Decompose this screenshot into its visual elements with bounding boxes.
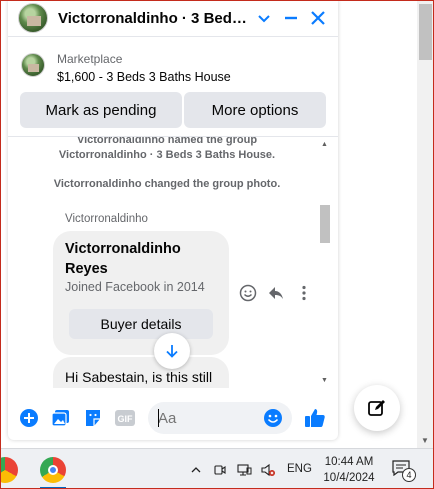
gif-icon[interactable]: GIF [114,407,136,429]
scroll-to-bottom-button[interactable] [154,333,190,369]
marketplace-listing[interactable]: Marketplace $1,600 - 3 Beds 3 Baths Hous… [8,43,338,88]
more-vertical-icon[interactable] [294,283,314,303]
text-caret [158,409,159,427]
conversation-scrollbar[interactable]: ▲ ▼ [318,137,330,388]
message-bubble[interactable]: Hi Sabestain, is this still available? [53,357,229,388]
notification-center[interactable]: 4 [392,460,416,482]
page-scroll-thumb[interactable] [419,4,432,60]
meet-now-icon[interactable] [212,462,228,478]
mark-as-pending-button[interactable]: Mark as pending [20,92,182,128]
listing-source: Marketplace [57,52,123,66]
message-composer: GIF [8,398,338,440]
conversation-area[interactable]: Victorronaldinho named the group Victorr… [8,136,338,388]
plus-circle-icon[interactable] [18,407,40,429]
message-actions [238,283,318,303]
reply-icon[interactable] [266,283,286,303]
page-scroll-down-arrow-icon[interactable]: ▼ [421,436,429,445]
conversation-scroll-thumb[interactable] [320,205,330,243]
minimize-icon[interactable] [281,8,301,28]
buyer-joined: Joined Facebook in 2014 [65,280,205,294]
volume-muted-icon[interactable] [260,462,276,478]
chat-window: Victorronaldinho · 3 Beds ... Marketplac… [8,0,338,440]
chrome-profile-icon[interactable] [0,457,18,483]
clock-date: 10/4/2024 [323,472,375,484]
buyer-card: Victorronaldinho Reyes Joined Facebook i… [53,231,229,355]
chat-title[interactable]: Victorronaldinho · 3 Beds ... [58,10,248,27]
buyer-details-button[interactable]: Buyer details [69,309,213,339]
chevron-up-icon[interactable] [188,462,204,478]
network-icon[interactable] [236,462,252,478]
scroll-up-arrow-icon[interactable]: ▲ [321,141,328,148]
chat-header[interactable]: Victorronaldinho · 3 Beds ... [8,0,338,37]
system-message: Victorronaldinho changed the group photo… [53,178,281,190]
compose-icon [368,400,385,416]
svg-text:GIF: GIF [118,414,134,424]
close-icon[interactable] [308,8,328,28]
like-icon[interactable] [304,407,326,429]
taskbar: ENG 10:44 AM 10/4/2024 4 [0,448,434,489]
buyer-name: Victorronaldinho Reyes [65,241,181,277]
system-message: Victorronaldinho · 3 Beds 3 Baths House. [58,149,276,161]
chrome-icon[interactable] [40,457,66,483]
group-avatar[interactable] [18,3,48,33]
clock-time: 10:44 AM [324,456,374,468]
listing-thumbnail [21,53,45,77]
message-text: Hi Sabestain, is this still available? [65,369,213,385]
language-indicator[interactable]: ENG [287,463,312,475]
emoji-icon[interactable] [262,407,284,429]
new-message-button[interactable] [354,385,400,431]
more-options-button[interactable]: More options [184,92,326,128]
notification-count-badge: 4 [402,468,416,482]
listing-title: $1,600 - 3 Beds 3 Baths House [57,70,231,84]
gallery-icon[interactable] [50,407,72,429]
scroll-down-arrow-icon[interactable]: ▼ [321,377,328,384]
smiley-icon[interactable] [238,283,258,303]
page-scrollbar[interactable]: ▼ [417,0,434,448]
chevron-down-icon[interactable] [254,8,274,28]
system-message: Victorronaldinho named the group [76,136,258,146]
sender-name: Victorronaldinho [65,213,148,225]
sticker-icon[interactable] [82,407,104,429]
clock[interactable]: 10:44 AM 10/4/2024 [316,454,382,486]
